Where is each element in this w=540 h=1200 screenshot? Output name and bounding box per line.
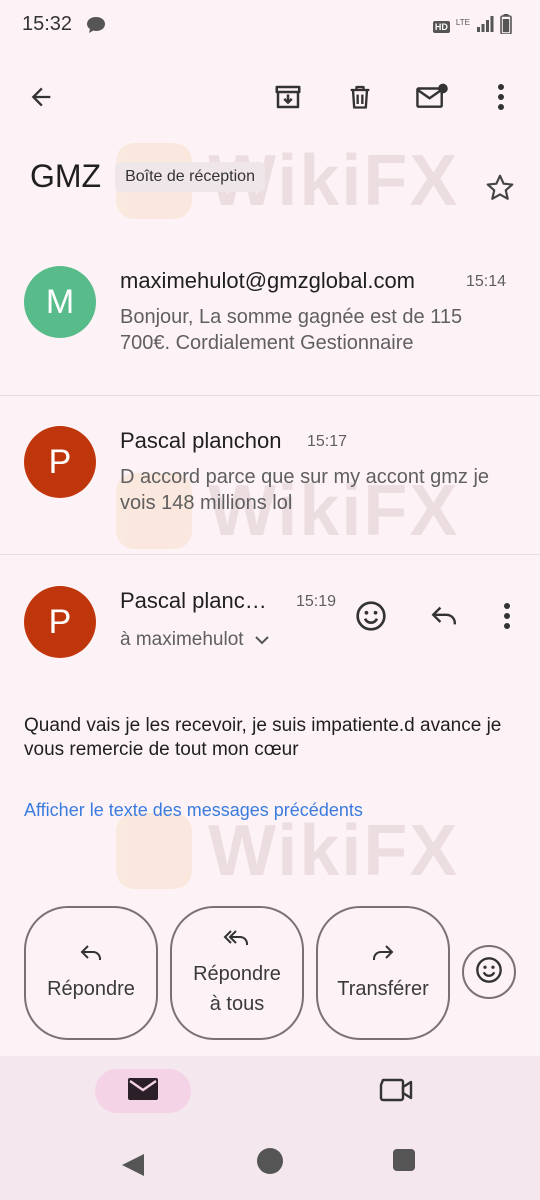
forward-icon: [370, 943, 396, 968]
avatar: M: [24, 266, 96, 338]
reply-all-label: Répondre à tous: [193, 962, 281, 1015]
show-quoted-text-link[interactable]: Afficher le texte des messages précédent…: [24, 800, 363, 821]
thread-subject: GMZ: [30, 158, 102, 194]
emoji-icon: [475, 956, 503, 989]
status-icons: HD LTE: [432, 14, 512, 39]
message-notification-icon: [86, 16, 106, 39]
message-body: Quand vais je les recevoir, je suis impa…: [24, 715, 502, 760]
system-home-icon[interactable]: [257, 1148, 283, 1174]
network-type: LTE: [455, 18, 470, 27]
mail-icon: [127, 1077, 159, 1106]
system-navigation-bar: [0, 1148, 540, 1188]
status-bar: 15:32 HD LTE: [0, 0, 540, 50]
nav-mail-tab[interactable]: [95, 1069, 191, 1113]
message-time: 15:14: [466, 273, 507, 290]
star-icon[interactable]: [484, 172, 516, 209]
hd-badge: HD: [432, 20, 450, 33]
signal-icon: [476, 16, 494, 37]
sender-name: Pascal planchon: [120, 428, 282, 453]
emoji-react-button[interactable]: [462, 945, 516, 999]
system-recents-icon[interactable]: [393, 1149, 415, 1171]
watermark: WikiFX: [116, 810, 459, 892]
recipient-label: à maximehulot: [120, 629, 244, 650]
video-camera-icon: [379, 1077, 413, 1108]
archive-icon[interactable]: [264, 73, 312, 121]
more-vert-icon[interactable]: [477, 73, 525, 121]
more-vert-icon[interactable]: [483, 592, 531, 640]
arrow-back-icon[interactable]: [17, 73, 65, 121]
bottom-navigation: [0, 1056, 540, 1200]
watermark-logo: [116, 813, 192, 889]
message-collapsed[interactable]: P Pascal planchon 15:17 D accord parce q…: [0, 396, 540, 554]
reply-all-icon: [222, 928, 252, 953]
label-chip[interactable]: Boîte de réception: [115, 161, 265, 192]
reply-label: Répondre: [47, 977, 135, 1000]
avatar: P: [24, 586, 96, 658]
message-time: 15:17: [307, 433, 348, 450]
reply-all-button[interactable]: Répondre à tous: [170, 906, 304, 1040]
reply-button[interactable]: Répondre: [24, 906, 158, 1040]
thread-header: GMZ Boîte de réception: [30, 158, 265, 195]
reply-icon: [78, 943, 104, 968]
avatar: P: [24, 426, 96, 498]
forward-button[interactable]: Transférer: [316, 906, 450, 1040]
emoji-react-icon[interactable]: [347, 592, 395, 640]
mail-unread-icon[interactable]: [408, 73, 456, 121]
toolbar: [0, 70, 540, 126]
reply-icon[interactable]: [420, 592, 468, 640]
message-time: 15:19: [296, 593, 337, 610]
message-snippet: D accord parce que sur my accont gmz je …: [120, 466, 490, 514]
system-back-icon[interactable]: [120, 1152, 146, 1183]
trash-icon[interactable]: [336, 73, 384, 121]
battery-icon: [500, 14, 512, 39]
forward-label: Transférer: [337, 977, 429, 1000]
nav-meet-tab[interactable]: [372, 1072, 420, 1112]
chevron-down-icon: [254, 629, 270, 651]
message-snippet: Bonjour, La somme gagnée est de 115 700€…: [120, 306, 463, 354]
message-expanded-header: P Pascal planc… 15:19 à maximehulot: [0, 555, 540, 675]
sender-name: maximehulot@gmzglobal.com: [120, 268, 416, 293]
status-time: 15:32: [22, 13, 73, 35]
recipient-toggle[interactable]: à maximehulot: [120, 629, 270, 651]
sender-name: Pascal planc…: [120, 588, 267, 613]
message-collapsed[interactable]: M maximehulot@gmzglobal.com 15:14 Bonjou…: [0, 250, 540, 395]
